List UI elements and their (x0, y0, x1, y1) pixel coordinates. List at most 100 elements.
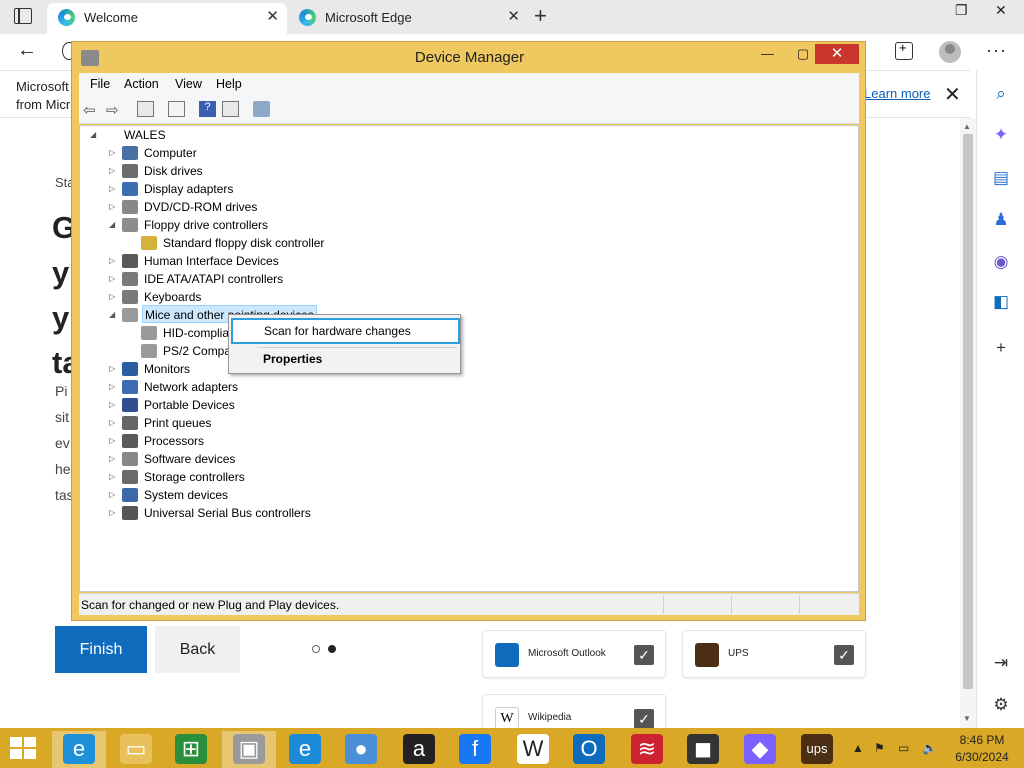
scroll-down-icon[interactable]: ▼ (963, 714, 971, 723)
taskbar-app-bank-of-america[interactable]: ≋ (620, 731, 674, 768)
taskbar-app-ups[interactable]: ups (790, 731, 844, 768)
learn-more-link[interactable]: Learn more (864, 86, 930, 101)
site-card-ups[interactable]: UPS ✓ (682, 630, 866, 678)
page-dot-1[interactable] (312, 645, 320, 653)
collapse-arrow-icon[interactable]: ◢ (90, 126, 100, 144)
tab-microsoft-edge[interactable]: Microsoft Edge ✕ (288, 3, 528, 34)
new-tab-button[interactable]: + (534, 3, 547, 29)
volume-icon[interactable]: 🔈 (922, 741, 937, 755)
expand-arrow-icon[interactable]: ▷ (109, 504, 119, 522)
taskbar-app-copilot[interactable]: ◆ (733, 731, 787, 768)
taskbar-app-amazon[interactable]: a (392, 731, 446, 768)
show-hide-tree-icon[interactable] (137, 101, 154, 117)
expand-arrow-icon[interactable]: ▷ (109, 288, 119, 306)
expand-arrow-icon[interactable]: ▷ (109, 162, 119, 180)
expand-arrow-icon[interactable]: ▷ (109, 450, 119, 468)
taskbar-app-file-explorer[interactable]: ▭ (109, 731, 163, 768)
page-dot-2[interactable] (328, 645, 336, 653)
outlook-icon[interactable]: ◧ (991, 292, 1011, 312)
close-window-button[interactable]: ✕ (995, 2, 1007, 19)
taskbar-app-edge[interactable]: e (278, 731, 332, 768)
computer-icon (103, 128, 119, 142)
taskbar-app-device-manager[interactable]: ▣ (222, 731, 276, 768)
back-arrow-icon[interactable]: ⇦ (83, 101, 100, 119)
tools-icon[interactable]: ▤ (991, 168, 1011, 188)
restore-window-button[interactable]: ❐ (955, 2, 968, 19)
expand-arrow-icon[interactable]: ▷ (109, 378, 119, 396)
expand-arrow-icon[interactable]: ▷ (109, 432, 119, 450)
site-card-wikipedia[interactable]: W Wikipedia ✓ (482, 694, 666, 731)
tab-actions-icon[interactable] (14, 8, 32, 24)
help-icon[interactable]: ? (199, 101, 216, 117)
view-icon[interactable] (222, 101, 239, 117)
site-card-outlook[interactable]: Microsoft Outlook ✓ (482, 630, 666, 678)
collections-icon[interactable] (895, 40, 913, 60)
games-icon[interactable]: ♟ (991, 210, 1011, 230)
scroll-up-icon[interactable]: ▲ (963, 122, 971, 131)
clock-time[interactable]: 8:46 PM (952, 733, 1012, 747)
collapse-arrow-icon[interactable]: ◢ (109, 306, 119, 324)
maximize-button[interactable]: ▢ (790, 44, 816, 64)
card-checkbox[interactable]: ✓ (634, 645, 654, 665)
taskbar-app-internet-explorer[interactable]: e (52, 731, 106, 768)
properties-item[interactable]: Properties (263, 352, 322, 366)
minimize-button[interactable]: — (761, 44, 774, 64)
taskbar-app-facebook[interactable]: f (448, 731, 502, 768)
expand-arrow-icon[interactable]: ▷ (109, 360, 119, 378)
expand-arrow-icon[interactable]: ▷ (109, 180, 119, 198)
network-icon[interactable]: ▭ (898, 741, 909, 755)
close-notice-icon[interactable]: ✕ (944, 82, 961, 107)
device-icon (122, 164, 138, 178)
menu-action[interactable]: Action (124, 77, 159, 91)
expand-arrow-icon[interactable]: ▷ (109, 468, 119, 486)
start-button[interactable] (10, 737, 38, 761)
more-options-button[interactable]: ··· (986, 40, 1007, 61)
card-checkbox[interactable]: ✓ (634, 709, 654, 729)
expand-arrow-icon[interactable]: ▷ (109, 198, 119, 216)
close-button[interactable]: ✕ (815, 44, 859, 64)
add-icon[interactable]: + (991, 338, 1011, 358)
device-icon (122, 200, 138, 214)
scan-for-hardware-changes-item[interactable]: Scan for hardware changes (231, 318, 460, 344)
finish-button[interactable]: Finish (55, 626, 147, 673)
node-label: IDE ATA/ATAPI controllers (144, 272, 284, 286)
taskbar-app-shopping[interactable]: ◼ (676, 731, 730, 768)
expand-arrow-icon[interactable]: ▷ (109, 486, 119, 504)
expand-arrow-icon[interactable]: ▷ (109, 270, 119, 288)
menu-help[interactable]: Help (216, 77, 242, 91)
office-icon[interactable]: ◉ (991, 252, 1011, 272)
device-manager-icon: ▣ (233, 734, 265, 764)
menu-file[interactable]: File (90, 77, 110, 91)
collapse-arrow-icon[interactable]: ◢ (109, 216, 119, 234)
tab-welcome[interactable]: Welcome ✕ (47, 3, 287, 34)
copilot-sparkle-icon[interactable]: ✦ (991, 125, 1011, 145)
taskbar-app-store[interactable]: ⊞ (164, 731, 218, 768)
search-icon[interactable]: ⌕ (991, 84, 1011, 104)
scan-hardware-icon[interactable] (253, 101, 270, 117)
forward-arrow-icon[interactable]: ⇨ (106, 101, 123, 119)
tab-close-icon[interactable]: ✕ (266, 7, 279, 25)
card-checkbox[interactable]: ✓ (834, 645, 854, 665)
expand-arrow-icon[interactable]: ▷ (109, 252, 119, 270)
sidebar-toggle-icon[interactable]: ⇥ (991, 653, 1011, 673)
tab-close-icon[interactable]: ✕ (507, 7, 520, 25)
node-label: Network adapters (144, 380, 239, 394)
settings-gear-icon[interactable]: ⚙ (991, 695, 1011, 715)
taskbar-app-outlook[interactable]: O (562, 731, 616, 768)
back-button[interactable]: Back (155, 626, 240, 673)
clock-date[interactable]: 6/30/2024 (952, 750, 1012, 764)
back-arrow-icon[interactable]: ← (17, 39, 37, 62)
flag-icon[interactable]: ⚑ (874, 741, 885, 755)
taskbar-app-wikipedia[interactable]: W (506, 731, 560, 768)
properties-icon[interactable] (168, 101, 185, 117)
expand-arrow-icon[interactable]: ▷ (109, 144, 119, 162)
menu-view[interactable]: View (175, 77, 202, 91)
tray-expand-icon[interactable]: ▲ (852, 741, 864, 755)
page-scrollbar[interactable]: ▲ ▼ (960, 118, 976, 728)
edge-sidebar: ⌕ ✦ ▤ ♟ ◉ ◧ + ⇥ ⚙ (976, 70, 1024, 728)
expand-arrow-icon[interactable]: ▷ (109, 396, 119, 414)
expand-arrow-icon[interactable]: ▷ (109, 414, 119, 432)
taskbar-app-help[interactable]: ● (334, 731, 388, 768)
scrollbar-thumb[interactable] (963, 134, 973, 689)
profile-avatar[interactable] (939, 41, 961, 63)
